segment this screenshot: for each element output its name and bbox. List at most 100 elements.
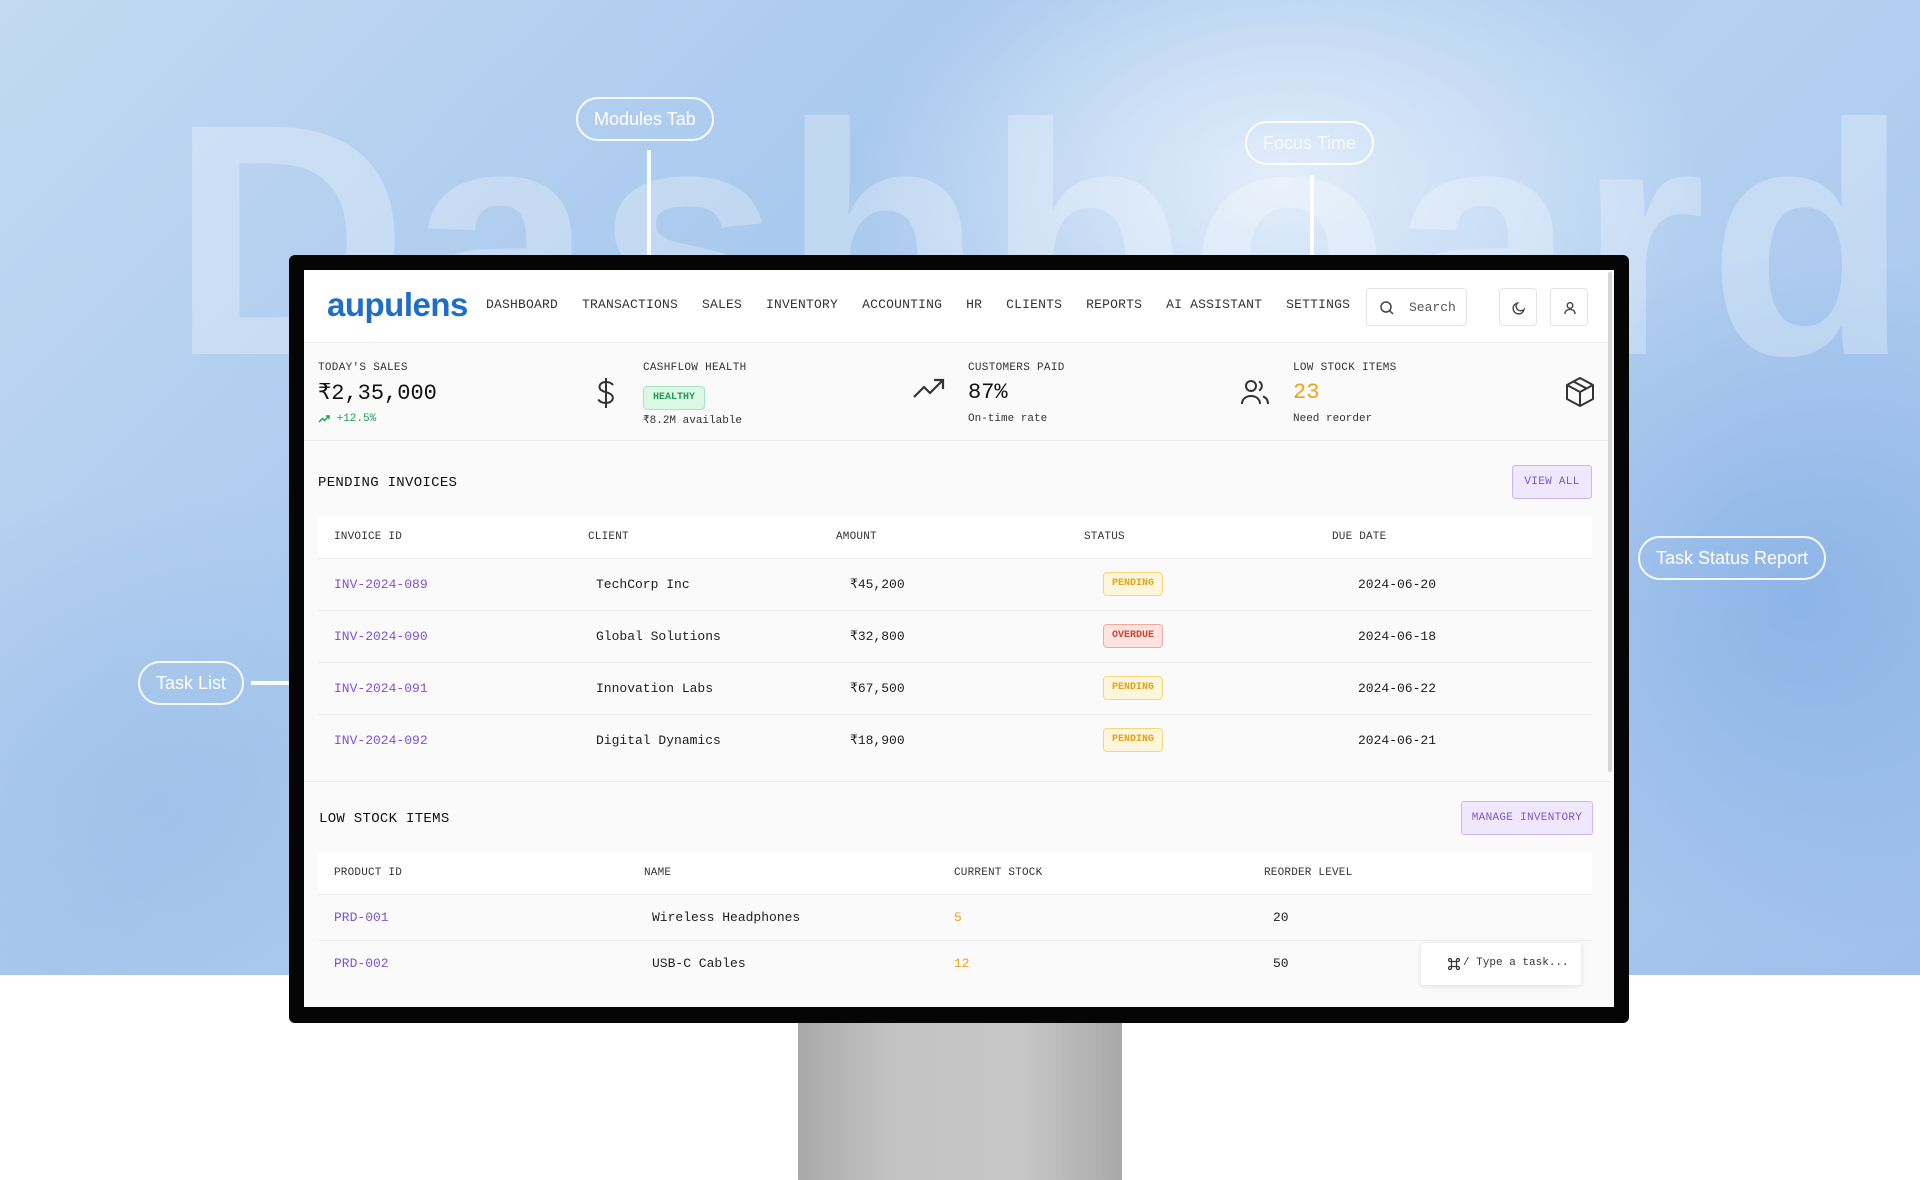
stat-label: CASHFLOW HEALTH bbox=[643, 362, 747, 374]
table-row[interactable]: INV-2024-091 Innovation Labs ₹67,500 PEN… bbox=[318, 661, 1592, 714]
column-header: CLIENT bbox=[572, 516, 820, 558]
nav-reports[interactable]: REPORTS bbox=[1086, 297, 1142, 312]
column-header: CURRENT STOCK bbox=[938, 852, 1248, 894]
callout-stem bbox=[1310, 175, 1314, 258]
pending-invoices-table: INVOICE ID CLIENT AMOUNT STATUS DUE DATE… bbox=[318, 516, 1592, 766]
column-header: INVOICE ID bbox=[318, 516, 572, 558]
status-badge: OVERDUE bbox=[1103, 624, 1164, 648]
nav-sales[interactable]: SALES bbox=[702, 297, 742, 312]
section-divider bbox=[304, 781, 1610, 782]
invoice-id-link[interactable]: INV-2024-091 bbox=[318, 661, 572, 714]
trend-up-small-icon bbox=[318, 414, 330, 423]
product-id-link[interactable]: PRD-002 bbox=[318, 939, 628, 986]
column-header: DUE DATE bbox=[1316, 516, 1592, 558]
current-stock: 12 bbox=[938, 939, 1248, 986]
nav-dashboard[interactable]: DASHBOARD bbox=[486, 297, 558, 312]
user-icon bbox=[1564, 302, 1576, 315]
reorder-level: 20 bbox=[1248, 893, 1592, 940]
users-icon bbox=[1241, 380, 1269, 405]
healthy-badge: HEALTHY bbox=[643, 386, 706, 410]
invoice-client: TechCorp Inc bbox=[572, 557, 820, 610]
modules-tabs: DASHBOARD TRANSACTIONS SALES INVENTORY A… bbox=[486, 297, 1374, 312]
product-name: Wireless Headphones bbox=[628, 893, 938, 940]
invoice-client: Innovation Labs bbox=[572, 661, 820, 714]
invoice-client: Global Solutions bbox=[572, 609, 820, 662]
column-header: REORDER LEVEL bbox=[1248, 852, 1592, 894]
invoice-amount: ₹67,500 bbox=[820, 661, 1068, 714]
current-stock: 5 bbox=[938, 893, 1248, 940]
stat-sub: On-time rate bbox=[968, 413, 1048, 425]
invoice-due-date: 2024-06-22 bbox=[1316, 661, 1592, 714]
callout-task-status-report: Task Status Report bbox=[1638, 536, 1827, 580]
search-input[interactable]: Search bbox=[1366, 288, 1467, 326]
invoice-due-date: 2024-06-18 bbox=[1316, 609, 1592, 662]
column-header: PRODUCT ID bbox=[318, 852, 628, 894]
dollar-icon bbox=[597, 378, 614, 408]
table-row[interactable]: INV-2024-090 Global Solutions ₹32,800 OV… bbox=[318, 609, 1592, 662]
moon-icon bbox=[1512, 301, 1526, 315]
trending-up-icon bbox=[913, 378, 945, 398]
monitor-frame: aupulens DASHBOARD TRANSACTIONS SALES IN… bbox=[289, 255, 1629, 1023]
callout-modules-tab: Modules Tab bbox=[576, 97, 714, 141]
manage-inventory-button[interactable]: MANAGE INVENTORY bbox=[1461, 801, 1593, 835]
stat-customers-paid: CUSTOMERS PAID 87% On-time rate bbox=[954, 344, 1279, 441]
table-row[interactable]: INV-2024-092 Digital Dynamics ₹18,900 PE… bbox=[318, 713, 1592, 766]
column-header: NAME bbox=[628, 852, 938, 894]
theme-toggle-button[interactable] bbox=[1499, 288, 1537, 326]
app-screen: aupulens DASHBOARD TRANSACTIONS SALES IN… bbox=[304, 270, 1614, 1007]
stat-cashflow: CASHFLOW HEALTH HEALTHY ₹8.2M available bbox=[629, 344, 954, 441]
invoice-amount: ₹18,900 bbox=[820, 713, 1068, 766]
invoice-id-link[interactable]: INV-2024-092 bbox=[318, 713, 572, 766]
low-stock-title: LOW STOCK ITEMS bbox=[319, 811, 450, 827]
box-icon bbox=[1566, 377, 1594, 407]
table-header-row: INVOICE ID CLIENT AMOUNT STATUS DUE DATE bbox=[318, 516, 1592, 558]
search-icon bbox=[1380, 301, 1394, 315]
nav-accounting[interactable]: ACCOUNTING bbox=[862, 297, 942, 312]
command-icon bbox=[1447, 957, 1461, 971]
scrollbar[interactable] bbox=[1608, 272, 1612, 772]
status-badge: PENDING bbox=[1103, 572, 1164, 596]
stat-value: 23 bbox=[1293, 380, 1320, 405]
invoice-due-date: 2024-06-20 bbox=[1316, 557, 1592, 610]
invoice-amount: ₹32,800 bbox=[820, 609, 1068, 662]
search-placeholder: Search bbox=[1409, 300, 1456, 315]
product-id-link[interactable]: PRD-001 bbox=[318, 893, 628, 940]
table-row[interactable]: PRD-002 USB-C Cables 12 50 bbox=[318, 939, 1592, 986]
stat-change: +12.5% bbox=[318, 413, 376, 425]
invoice-id-link[interactable]: INV-2024-090 bbox=[318, 609, 572, 662]
top-navbar: aupulens DASHBOARD TRANSACTIONS SALES IN… bbox=[304, 270, 1610, 343]
stat-low-stock: LOW STOCK ITEMS 23 Need reorder bbox=[1279, 344, 1604, 441]
nav-ai-assistant[interactable]: AI ASSISTANT bbox=[1166, 297, 1262, 312]
app-logo[interactable]: aupulens bbox=[327, 286, 468, 324]
nav-transactions[interactable]: TRANSACTIONS bbox=[582, 297, 678, 312]
stats-bar: TODAY'S SALES ₹2,35,000 +12.5% CASHFLOW … bbox=[304, 344, 1610, 441]
invoice-amount: ₹45,200 bbox=[820, 557, 1068, 610]
command-bar[interactable]: / Type a task... bbox=[1421, 943, 1581, 985]
stat-label: LOW STOCK ITEMS bbox=[1293, 362, 1397, 374]
nav-clients[interactable]: CLIENTS bbox=[1006, 297, 1062, 312]
pending-invoices-title: PENDING INVOICES bbox=[318, 475, 458, 491]
column-header: AMOUNT bbox=[820, 516, 1068, 558]
invoice-due-date: 2024-06-21 bbox=[1316, 713, 1592, 766]
profile-button[interactable] bbox=[1550, 288, 1588, 326]
stat-sub: ₹8.2M available bbox=[643, 415, 743, 427]
invoice-id-link[interactable]: INV-2024-089 bbox=[318, 557, 572, 610]
callout-focus-time: Focus Time bbox=[1245, 121, 1375, 165]
table-row[interactable]: INV-2024-089 TechCorp Inc ₹45,200 PENDIN… bbox=[318, 557, 1592, 610]
view-all-button[interactable]: VIEW ALL bbox=[1512, 465, 1592, 499]
stat-value: ₹2,35,000 bbox=[318, 381, 437, 406]
callout-stem bbox=[251, 681, 291, 685]
nav-inventory[interactable]: INVENTORY bbox=[766, 297, 838, 312]
status-badge: PENDING bbox=[1103, 676, 1164, 700]
table-row[interactable]: PRD-001 Wireless Headphones 5 20 bbox=[318, 893, 1592, 940]
nav-hr[interactable]: HR bbox=[966, 297, 982, 312]
stat-label: CUSTOMERS PAID bbox=[968, 362, 1065, 374]
status-badge: PENDING bbox=[1103, 728, 1164, 753]
callout-stem bbox=[647, 150, 651, 258]
stat-todays-sales: TODAY'S SALES ₹2,35,000 +12.5% bbox=[304, 344, 629, 441]
monitor-stand bbox=[798, 1022, 1122, 1180]
table-header-row: PRODUCT ID NAME CURRENT STOCK REORDER LE… bbox=[318, 852, 1592, 894]
column-header: STATUS bbox=[1068, 516, 1316, 558]
callout-task-list: Task List bbox=[138, 661, 245, 705]
nav-settings[interactable]: SETTINGS bbox=[1286, 297, 1350, 312]
